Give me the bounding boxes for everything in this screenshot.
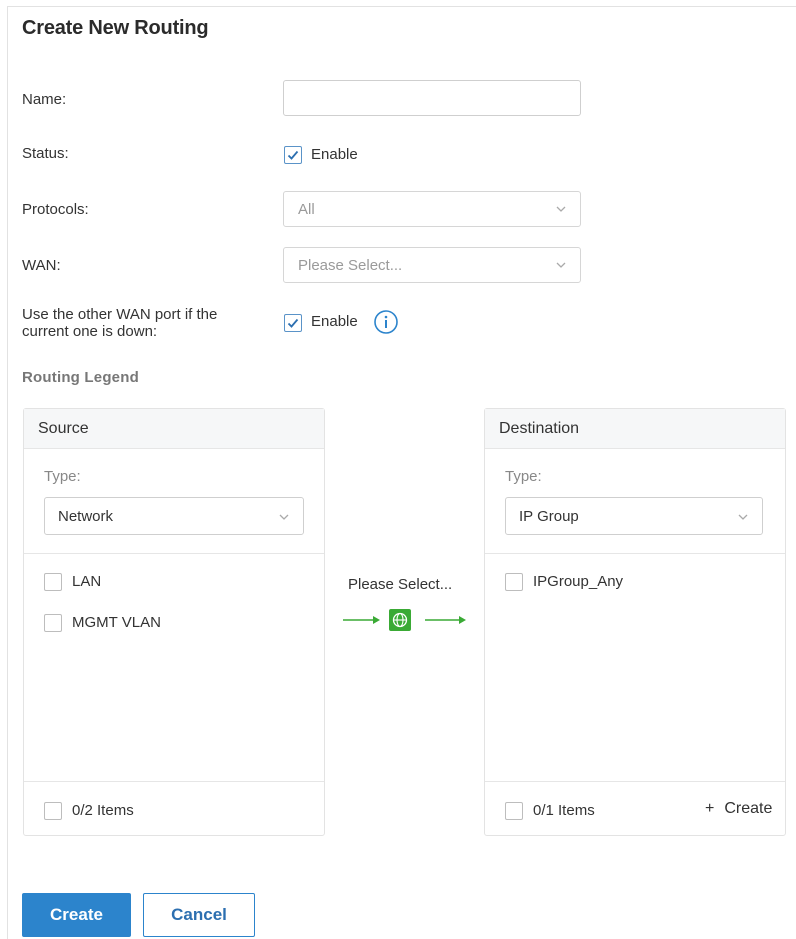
protocols-select[interactable]: All xyxy=(283,191,581,227)
chevron-down-icon xyxy=(277,510,291,524)
name-label: Name: xyxy=(22,91,67,108)
source-type-value: Network xyxy=(58,508,114,525)
name-input[interactable] xyxy=(283,80,581,116)
source-type-select[interactable]: Network xyxy=(44,497,304,535)
failover-label-line2: current one is down: xyxy=(22,323,158,340)
routing-flow-graphic xyxy=(343,607,469,633)
source-panel: Source Type: Network LAN MGMT VLAN 0/2 I… xyxy=(23,408,325,836)
source-item-label-mgmt-vlan: MGMT VLAN xyxy=(72,614,161,631)
checkmark-icon xyxy=(287,318,299,328)
page-title: Create New Routing xyxy=(22,17,209,39)
wan-select[interactable]: Please Select... xyxy=(283,247,581,283)
destination-item-checkbox-ipgroup-any[interactable] xyxy=(505,573,523,591)
routing-legend-title: Routing Legend xyxy=(22,369,139,386)
source-panel-header: Source xyxy=(24,409,324,449)
status-label: Status: xyxy=(22,145,69,162)
source-items-count: 0/2 Items xyxy=(72,802,134,819)
create-item-label: Create xyxy=(724,800,773,817)
failover-label: Use the other WAN port if the current on… xyxy=(22,306,217,340)
plus-icon: + xyxy=(705,800,715,817)
divider xyxy=(24,553,324,554)
destination-panel: Destination Type: IP Group IPGroup_Any 0… xyxy=(484,408,786,836)
source-type-label: Type: xyxy=(44,468,81,485)
destination-item-label-ipgroup-any: IPGroup_Any xyxy=(533,573,624,590)
source-item-label-lan: LAN xyxy=(72,573,102,590)
destination-type-value: IP Group xyxy=(519,508,579,525)
chevron-down-icon xyxy=(736,510,750,524)
status-enable-label: Enable xyxy=(311,146,358,163)
destination-panel-title: Destination xyxy=(499,420,580,437)
globe-icon xyxy=(389,609,411,631)
chevron-down-icon xyxy=(554,258,568,272)
failover-enable-label: Enable xyxy=(311,313,358,330)
source-panel-title: Source xyxy=(38,420,89,437)
failover-label-line1: Use the other WAN port if the xyxy=(22,306,218,323)
divider xyxy=(485,781,785,782)
wan-label: WAN: xyxy=(22,257,61,274)
destination-panel-header: Destination xyxy=(485,409,785,449)
source-item-checkbox-lan[interactable] xyxy=(44,573,62,591)
destination-type-label: Type: xyxy=(505,468,542,485)
protocols-select-value: All xyxy=(298,201,315,218)
routing-middle-label: Please Select... xyxy=(348,576,453,593)
status-enable-checkbox[interactable] xyxy=(284,146,302,164)
source-select-all-checkbox[interactable] xyxy=(44,802,62,820)
divider xyxy=(24,781,324,782)
cancel-button[interactable]: Cancel xyxy=(143,893,255,937)
destination-items-count: 0/1 Items xyxy=(533,802,595,819)
create-button[interactable]: Create xyxy=(22,893,131,937)
info-circle-icon[interactable] xyxy=(373,309,399,335)
failover-enable-checkbox[interactable] xyxy=(284,314,302,332)
source-item-checkbox-mgmt-vlan[interactable] xyxy=(44,614,62,632)
create-item-link[interactable]: + Create xyxy=(705,800,772,818)
chevron-down-icon xyxy=(554,202,568,216)
protocols-label: Protocols: xyxy=(22,201,89,218)
checkmark-icon xyxy=(287,150,299,160)
wan-select-placeholder: Please Select... xyxy=(298,257,403,274)
destination-type-select[interactable]: IP Group xyxy=(505,497,763,535)
destination-select-all-checkbox[interactable] xyxy=(505,802,523,820)
divider xyxy=(485,553,785,554)
